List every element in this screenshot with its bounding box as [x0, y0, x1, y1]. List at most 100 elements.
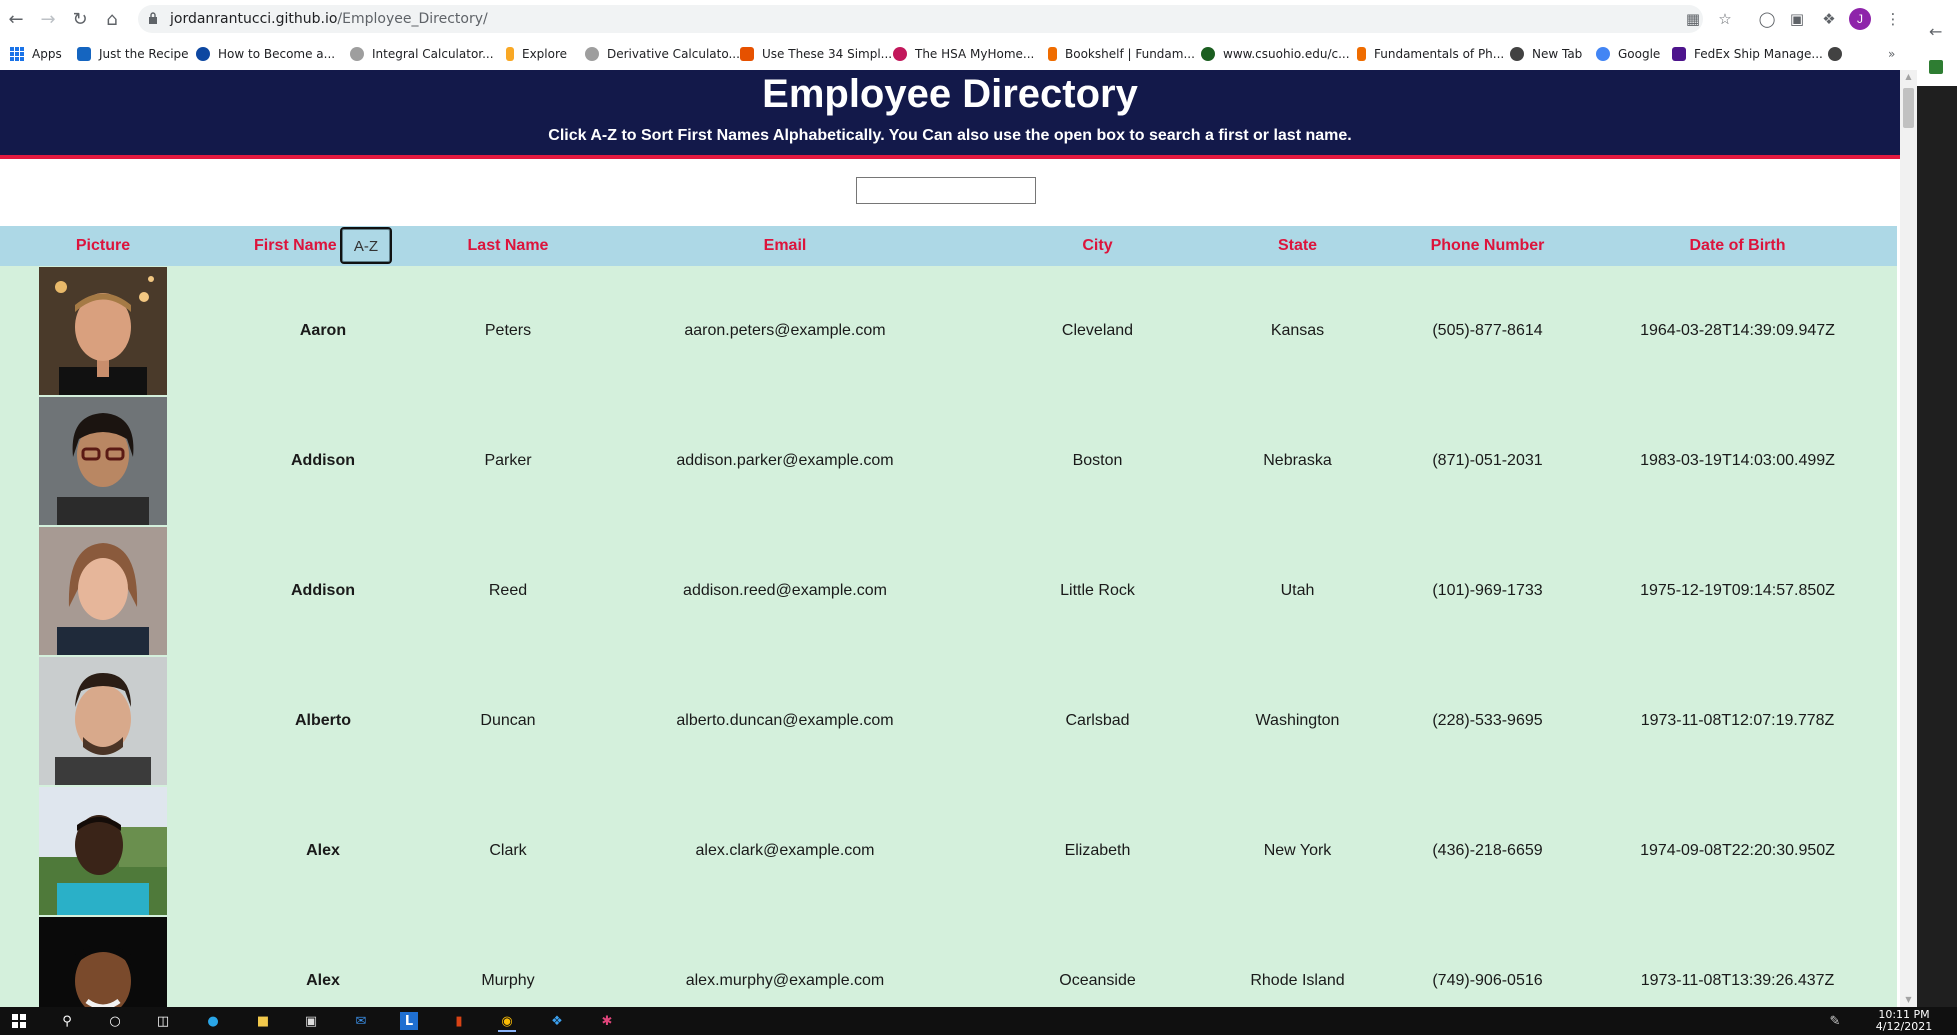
- page-header: Employee Directory Click A-Z to Sort Fir…: [0, 70, 1900, 159]
- url-text[interactable]: jordanrantucci.github.io/Employee_Direct…: [170, 11, 488, 27]
- bookmark-label: Use These 34 Simpl...: [762, 47, 893, 61]
- extension-circle-icon[interactable]: ◯: [1756, 8, 1778, 30]
- first-name-cell: Aaron: [299, 322, 347, 339]
- sheets-icon[interactable]: [1929, 60, 1943, 74]
- column-header-phone: Phone Number: [1430, 237, 1545, 254]
- kebab-menu-icon[interactable]: ⋮: [1882, 8, 1904, 30]
- app-l-icon[interactable]: L: [400, 1012, 418, 1030]
- bookmark-label: Google: [1618, 47, 1661, 61]
- cortana-icon[interactable]: ○: [106, 1012, 124, 1030]
- scroll-thumb[interactable]: [1903, 88, 1914, 128]
- back-arrow-icon[interactable]: ←: [1929, 22, 1942, 41]
- background-window: [1917, 0, 1957, 1007]
- last-name-cell: Parker: [484, 452, 532, 469]
- bookmark-item[interactable]: Integral Calculator...: [350, 38, 494, 70]
- bookmark-item[interactable]: Google: [1596, 38, 1660, 70]
- chrome-icon: [1510, 47, 1524, 61]
- table-header: Picture First Name Last Name Email City …: [0, 226, 1897, 266]
- reload-icon[interactable]: ↻: [68, 7, 92, 31]
- bookmark-item[interactable]: www.csuohio.edu/c...: [1201, 38, 1350, 70]
- star-icon[interactable]: ☆: [1714, 8, 1736, 30]
- edge-icon[interactable]: ●: [204, 1012, 222, 1030]
- email-cell: addison.reed@example.com: [683, 582, 887, 599]
- bookmark-label: Fundamentals of Ph...: [1374, 47, 1505, 61]
- city-cell: Boston: [1072, 452, 1123, 469]
- more-bookmarks-icon[interactable]: »: [1888, 38, 1895, 70]
- bookmark-item[interactable]: Fundamentals of Ph...: [1357, 38, 1504, 70]
- phone-cell: (436)-218-6659: [1432, 842, 1543, 859]
- bookmark-apps[interactable]: Apps: [10, 38, 62, 70]
- city-cell: Oceanside: [1059, 972, 1136, 989]
- scroll-up-icon[interactable]: ▲: [1900, 70, 1917, 84]
- first-name-cell: Addison: [291, 452, 355, 469]
- dob-cell: 1974-09-08T22:20:30.950Z: [1640, 842, 1835, 859]
- email-cell: alex.murphy@example.com: [685, 972, 885, 989]
- qr-code-icon[interactable]: ▦: [1682, 8, 1704, 30]
- bookmark-globe[interactable]: [1828, 38, 1850, 70]
- column-header-dob: Date of Birth: [1689, 237, 1786, 254]
- bookmark-label: New Tab: [1532, 47, 1583, 61]
- explore-icon: [506, 47, 514, 61]
- recipe-icon: [77, 47, 91, 61]
- file-explorer-icon[interactable]: ■: [254, 1012, 272, 1030]
- article-icon: [740, 47, 754, 61]
- bookshelf-icon: [1357, 47, 1366, 61]
- bookmark-item[interactable]: Derivative Calculato...: [585, 38, 740, 70]
- city-cell: Carlsbad: [1065, 712, 1130, 729]
- bookmark-item[interactable]: Bookshelf | Fundam...: [1048, 38, 1195, 70]
- scroll-down-icon[interactable]: ▼: [1900, 993, 1917, 1007]
- phone-cell: (749)-906-0516: [1432, 972, 1543, 989]
- column-header-email: Email: [763, 237, 807, 254]
- search-icon[interactable]: ⚲: [58, 1012, 76, 1030]
- dob-cell: 1973-11-08T13:39:26.437Z: [1640, 972, 1835, 989]
- bookmark-item[interactable]: Just the Recipe: [77, 38, 189, 70]
- column-header-picture: Picture: [75, 237, 131, 254]
- search-input[interactable]: [856, 177, 1036, 204]
- back-arrow-icon[interactable]: ←: [4, 7, 28, 31]
- pen-icon[interactable]: ✎: [1826, 1012, 1844, 1030]
- bookmark-item[interactable]: The HSA MyHome...: [893, 38, 1034, 70]
- email-cell: alberto.duncan@example.com: [676, 712, 894, 729]
- email-cell: aaron.peters@example.com: [684, 322, 886, 339]
- bookmark-item[interactable]: FedEx Ship Manage...: [1672, 38, 1823, 70]
- system-clock[interactable]: 10:11 PM 4/12/2021: [1854, 1009, 1954, 1033]
- bookmark-item[interactable]: Explore: [506, 38, 567, 70]
- table-row: Alex Murphy alex.murphy@example.com Ocea…: [0, 916, 1897, 1007]
- chrome-icon[interactable]: ◉: [498, 1012, 516, 1032]
- vscode-icon[interactable]: ❖: [548, 1012, 566, 1030]
- fedex-icon: [1672, 47, 1686, 61]
- profile-avatar[interactable]: J: [1849, 8, 1871, 30]
- bookmark-label: Just the Recipe: [99, 47, 189, 61]
- bookmark-item[interactable]: How to Become a...: [196, 38, 335, 70]
- bookmark-label: Apps: [32, 47, 62, 61]
- office-icon[interactable]: ▮: [450, 1012, 468, 1030]
- mail-icon[interactable]: ✉: [352, 1012, 370, 1030]
- bookmark-label: FedEx Ship Manage...: [1694, 47, 1823, 61]
- windows-start-icon[interactable]: [10, 1012, 28, 1030]
- bookmark-item[interactable]: New Tab: [1510, 38, 1582, 70]
- vertical-scrollbar[interactable]: ▲ ▼: [1900, 70, 1917, 1007]
- puzzle-icon[interactable]: ❖: [1818, 8, 1840, 30]
- table-row: Aaron Peters aaron.peters@example.com Cl…: [0, 266, 1897, 396]
- home-icon[interactable]: ⌂: [100, 7, 124, 31]
- windows-taskbar: ⚲ ○ ◫ ● ■ ▣ ✉ L ▮ ◉ ❖ ✱ ✎ 10:11 PM 4/12/…: [0, 1007, 1957, 1035]
- slack-icon[interactable]: ✱: [598, 1012, 616, 1030]
- column-header-city: City: [1082, 237, 1113, 254]
- first-name-cell: Alex: [306, 972, 340, 989]
- bookmark-item[interactable]: Use These 34 Simpl...: [740, 38, 892, 70]
- task-view-icon[interactable]: ◫: [154, 1012, 172, 1030]
- hsa-icon: [893, 47, 907, 61]
- extension-box-icon[interactable]: ▣: [1786, 8, 1808, 30]
- page-title: Employee Directory: [762, 72, 1138, 116]
- browser-toolbar: ← → ↻ ⌂ jordanrantucci.github.io/Employe…: [0, 0, 1957, 38]
- google-icon: [1596, 47, 1610, 61]
- employee-photo: [39, 657, 167, 785]
- gear-icon: [350, 47, 364, 61]
- sort-az-button[interactable]: A-Z: [340, 227, 392, 264]
- clock-date: 4/12/2021: [1875, 1020, 1933, 1033]
- store-icon[interactable]: ▣: [302, 1012, 320, 1030]
- employee-photo: [39, 267, 167, 395]
- dob-cell: 1983-03-19T14:03:00.499Z: [1640, 452, 1835, 469]
- forward-arrow-icon[interactable]: →: [36, 7, 60, 31]
- url-path: /Employee_Directory/: [337, 11, 488, 27]
